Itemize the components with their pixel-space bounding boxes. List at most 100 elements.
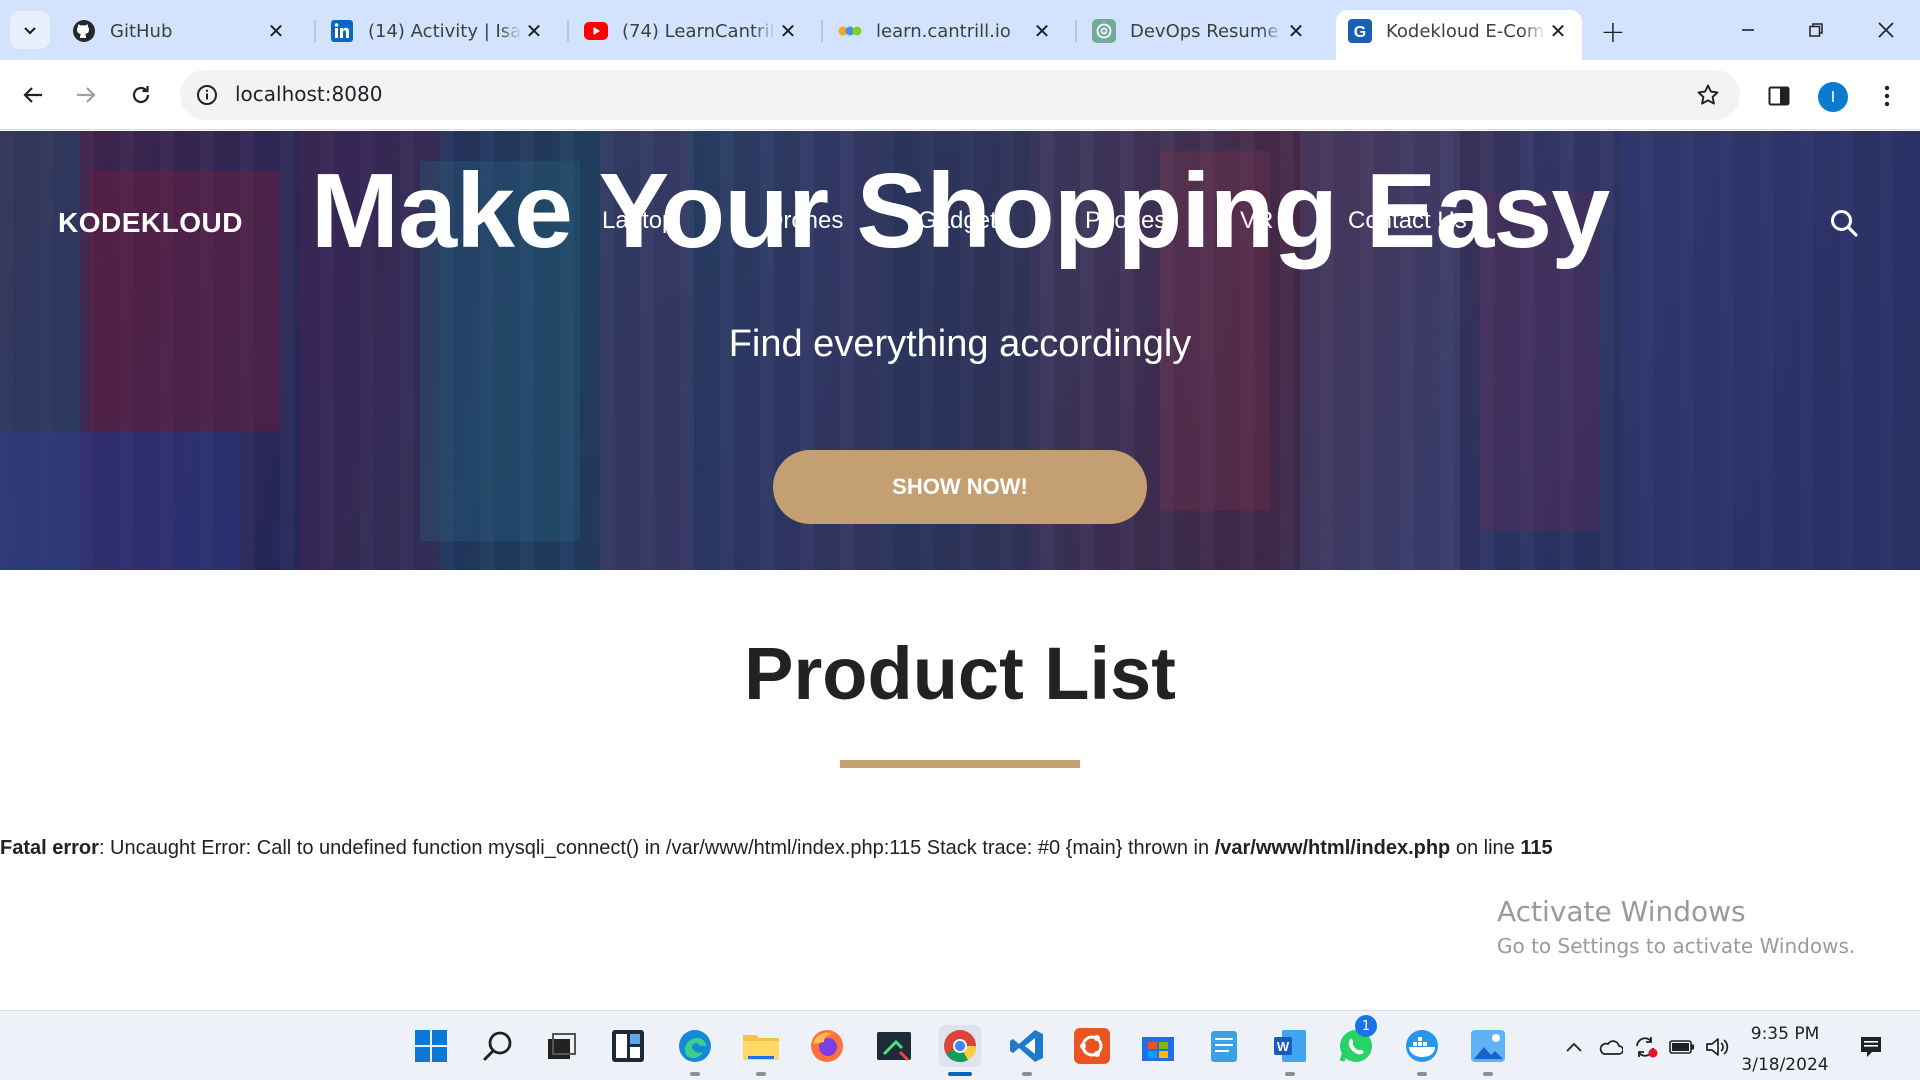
reload-icon	[132, 86, 150, 104]
word-button[interactable]: W	[1269, 1025, 1311, 1067]
widgets-icon	[612, 1030, 644, 1062]
reload-button[interactable]	[121, 75, 161, 115]
close-icon[interactable]: ✕	[1546, 19, 1570, 43]
arrow-left-icon	[23, 87, 42, 103]
chevron-up-icon	[1566, 1042, 1582, 1052]
youtube-icon	[584, 19, 608, 43]
system-clock[interactable]: 9:35 PM 3/18/2024	[1730, 1019, 1840, 1080]
minimize-icon	[1742, 29, 1754, 31]
start-button[interactable]	[410, 1025, 452, 1067]
photos-button[interactable]	[1467, 1025, 1509, 1067]
tab-github[interactable]: GitHub ✕	[60, 10, 300, 52]
running-indicator	[1285, 1072, 1295, 1076]
task-view-icon	[548, 1033, 576, 1059]
show-hidden-icons-button[interactable]	[1560, 1034, 1588, 1060]
battery-tray-icon[interactable]	[1668, 1034, 1696, 1060]
snipping-tool-icon	[877, 1032, 911, 1062]
close-icon[interactable]: ✕	[1284, 19, 1308, 43]
tab-separator	[821, 20, 823, 42]
tab-title: GitHub	[110, 20, 173, 42]
new-tab-button[interactable]: +	[1595, 14, 1631, 50]
docker-button[interactable]	[1401, 1025, 1443, 1067]
close-icon	[1878, 22, 1894, 38]
bookmark-star-icon[interactable]	[1694, 81, 1722, 109]
close-icon[interactable]: ✕	[1030, 19, 1054, 43]
chrome-button[interactable]	[939, 1025, 981, 1067]
hero-title: Make Your Shopping Easy	[310, 152, 1610, 270]
firefox-icon	[811, 1030, 843, 1062]
heading-underline	[840, 760, 1080, 768]
close-icon[interactable]: ✕	[776, 19, 800, 43]
watermark-title: Activate Windows	[1497, 895, 1746, 928]
restore-button[interactable]	[1782, 0, 1850, 60]
tab-kodekloud[interactable]: G Kodekloud E-Comm ✕	[1336, 10, 1582, 60]
notepad-button[interactable]	[1203, 1025, 1245, 1067]
close-icon[interactable]: ✕	[264, 19, 288, 43]
microsoft-store-button[interactable]	[1137, 1025, 1179, 1067]
tab-linkedin[interactable]: (14) Activity | Isaac ✕	[318, 10, 558, 52]
windows-taskbar: W 1 9:35 PM 3/18/2024	[0, 1010, 1920, 1080]
running-indicator	[1483, 1072, 1493, 1076]
taskbar-search-button[interactable]	[477, 1025, 519, 1067]
task-view-button[interactable]	[540, 1025, 582, 1067]
svg-text:G: G	[1354, 24, 1366, 41]
tab-title: (14) Activity | Isaac	[368, 20, 522, 42]
activate-windows-watermark: Activate Windows Go to Settings to activ…	[1497, 895, 1855, 958]
widgets-button[interactable]	[607, 1025, 649, 1067]
notification-badge: 1	[1355, 1015, 1377, 1037]
snipping-tool-button[interactable]	[873, 1025, 915, 1067]
url-text[interactable]: localhost:8080	[235, 82, 382, 106]
tab-search-button[interactable]	[10, 11, 50, 49]
linkedin-icon	[330, 19, 354, 43]
tab-separator	[1075, 20, 1077, 42]
firefox-button[interactable]	[806, 1025, 848, 1067]
notification-center-button[interactable]	[1856, 1033, 1886, 1061]
chatgpt-icon	[1092, 19, 1116, 43]
tab-chatgpt[interactable]: DevOps Resume Te ✕	[1080, 10, 1320, 52]
running-indicator	[1417, 1072, 1427, 1076]
error-on-line: on line	[1450, 837, 1521, 859]
ubuntu-icon	[1074, 1028, 1110, 1064]
hero-subtitle: Find everything accordingly	[728, 323, 1192, 365]
arrow-right-icon	[77, 87, 96, 103]
edge-button[interactable]	[674, 1025, 716, 1067]
browser-tabstrip: GitHub ✕ (14) Activity | Isaac ✕ (74) Le…	[0, 0, 1920, 60]
close-icon[interactable]: ✕	[522, 19, 546, 43]
edge-icon	[679, 1030, 711, 1062]
svg-text:W: W	[1277, 1039, 1290, 1054]
php-fatal-error: Fatal error: Uncaught Error: Call to und…	[0, 837, 1553, 860]
browser-menu-button[interactable]	[1872, 79, 1902, 113]
browser-toolbar: localhost:8080 I	[0, 60, 1920, 130]
volume-tray-icon[interactable]	[1704, 1034, 1732, 1060]
minimize-button[interactable]	[1714, 0, 1782, 60]
tab-separator	[314, 20, 316, 42]
tab-separator	[567, 20, 569, 42]
ubuntu-button[interactable]	[1071, 1025, 1113, 1067]
site-info-icon[interactable]	[194, 82, 220, 108]
forward-button[interactable]	[66, 75, 106, 115]
sync-tray-icon[interactable]	[1632, 1034, 1660, 1060]
watermark-subtitle: Go to Settings to activate Windows.	[1497, 934, 1856, 958]
vscode-icon	[1010, 1030, 1043, 1062]
address-bar[interactable]: localhost:8080	[180, 70, 1740, 120]
show-now-button[interactable]: SHOW NOW!	[773, 450, 1147, 524]
tab-title: DevOps Resume Te	[1130, 20, 1284, 42]
notification-icon	[1861, 1037, 1881, 1057]
error-file: /var/www/html/index.php	[1214, 837, 1451, 859]
back-button[interactable]	[13, 75, 53, 115]
onedrive-tray-icon[interactable]	[1596, 1034, 1624, 1060]
tab-title: learn.cantrill.io	[876, 20, 1011, 42]
file-explorer-button[interactable]	[740, 1025, 782, 1067]
tab-youtube[interactable]: (74) LearnCantrill - ✕	[572, 10, 812, 52]
clock-time: 9:35 PM	[1750, 1024, 1820, 1044]
tab-title: Kodekloud E-Comm	[1386, 20, 1546, 42]
tab-cantrill[interactable]: learn.cantrill.io ✕	[826, 10, 1066, 52]
vscode-button[interactable]	[1006, 1025, 1048, 1067]
close-window-button[interactable]	[1852, 0, 1920, 60]
hero-banner: KODEKLOUD Laptop Drones Gadget Phones VR…	[0, 131, 1920, 570]
side-panel-button[interactable]	[1762, 79, 1796, 113]
chrome-icon	[944, 1030, 977, 1063]
more-vert-icon	[1884, 85, 1890, 107]
running-indicator	[756, 1072, 766, 1076]
profile-avatar[interactable]: I	[1818, 82, 1848, 112]
